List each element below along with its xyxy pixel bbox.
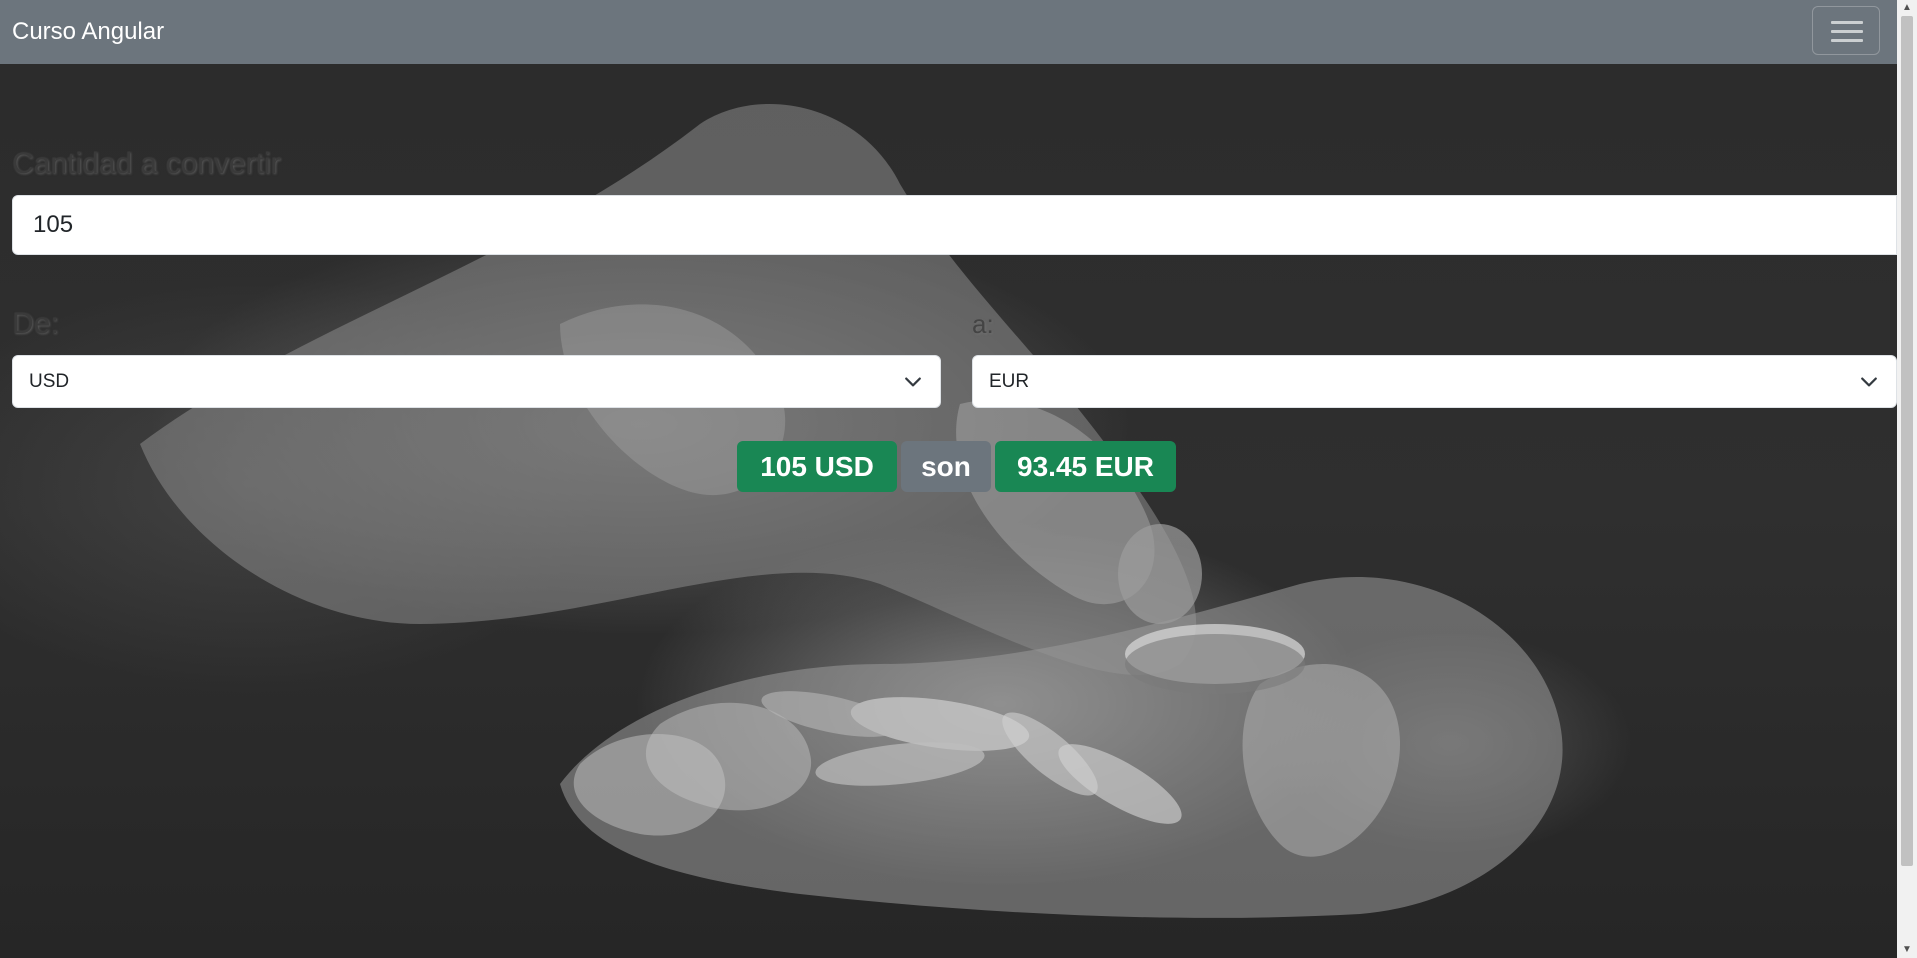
- to-currency-label: a:: [972, 309, 994, 339]
- result-to-badge: 93.45 EUR: [995, 441, 1176, 492]
- vertical-scrollbar[interactable]: ▲ ▼: [1897, 0, 1917, 958]
- scrollbar-thumb[interactable]: [1901, 16, 1913, 866]
- scroll-down-arrow-icon[interactable]: ▼: [1897, 942, 1917, 958]
- from-currency-label: De:: [12, 307, 59, 340]
- to-currency-value: EUR: [989, 371, 1030, 392]
- navbar-brand[interactable]: Curso Angular: [12, 16, 164, 48]
- result-connector-badge: son: [901, 441, 991, 492]
- from-currency-value: USD: [29, 371, 70, 392]
- amount-input[interactable]: [12, 195, 1897, 255]
- scroll-up-arrow-icon[interactable]: ▲: [1897, 0, 1917, 16]
- amount-label: Cantidad a convertir: [12, 147, 281, 180]
- result-from-badge: 105 USD: [737, 441, 897, 492]
- chevron-down-icon: [905, 377, 921, 387]
- chevron-down-icon: [1861, 377, 1877, 387]
- to-currency-select[interactable]: EUR: [972, 355, 1897, 408]
- from-currency-select[interactable]: USD: [12, 355, 941, 408]
- navbar-toggler-button[interactable]: [1812, 6, 1880, 55]
- navbar: Curso Angular: [0, 0, 1897, 64]
